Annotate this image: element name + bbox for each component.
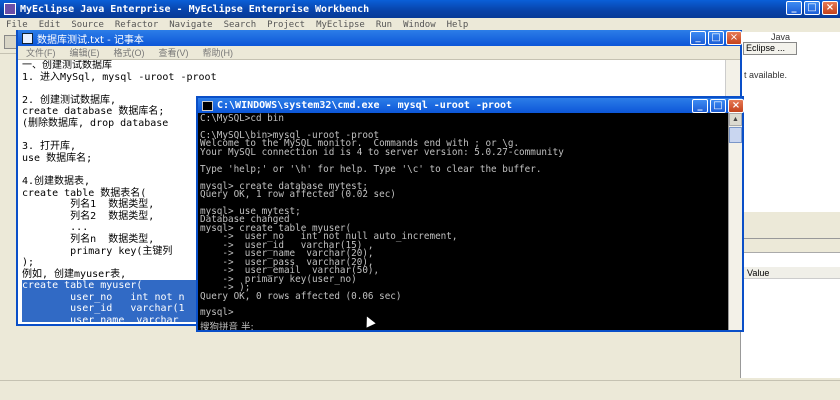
scroll-thumb[interactable] [729,127,742,143]
notepad-icon [22,32,33,44]
cmd-output-line: Query OK, 0 rows affected (0.06 sec) [200,290,402,302]
notepad-minimize-button[interactable]: _ [690,31,706,45]
myeclipse-app-icon [4,3,16,15]
cmd-vertical-scrollbar[interactable]: ▲ [728,113,742,330]
cmd-title-bar[interactable]: C:\WINDOWS\system32\cmd.exe - mysql -uro… [198,98,744,113]
scroll-up-arrow-icon[interactable]: ▲ [729,113,742,126]
cmd-output[interactable]: C:\MySQL>cd bin C:\MySQL\bin>mysql -uroo… [200,113,726,319]
cmd-output-line: Your MySQL connection id is 4 to server … [200,146,564,158]
cmd-window: C:\WINDOWS\system32\cmd.exe - mysql -uro… [196,96,744,332]
notepad-menu-file[interactable]: 文件(F) [26,46,56,59]
notepad-menu-view[interactable]: 查看(V) [159,46,189,59]
eclipse-minimize-button[interactable]: _ [786,1,802,15]
cmd-output-line [200,301,726,309]
cmd-output-line: -> primary key(user_no) [200,273,357,285]
cmd-minimize-button[interactable]: _ [692,99,708,113]
cmd-output-line: C:\MySQL>cd bin [200,113,284,124]
cmd-window-title: C:\WINDOWS\system32\cmd.exe - mysql -uro… [217,100,513,111]
menu-edit[interactable]: Edit [39,20,61,30]
notepad-menu-edit[interactable]: 编辑(E) [70,46,100,59]
java-perspective-label[interactable]: Java [771,32,790,42]
notepad-title-bar[interactable]: 数据库测试.txt - 记事本 _ □ × [18,30,742,46]
properties-tab-strip[interactable] [741,239,840,253]
notepad-line[interactable]: 1. 进入MySql, mysql -uroot -proot [22,72,722,84]
perspective-panel: Java Eclipse ... t available. [740,32,840,212]
notepad-window-title: 数据库测试.txt - 记事本 [37,34,144,46]
menu-window[interactable]: Window [403,20,436,30]
cmd-close-button[interactable]: × [728,99,744,113]
properties-panel: Value [740,238,840,378]
open-perspective-button[interactable]: Eclipse ... [743,42,797,55]
cmd-console[interactable]: C:\MySQL>cd bin C:\MySQL\bin>mysql -uroo… [198,113,742,330]
value-column-header[interactable]: Value [741,267,840,279]
cmd-maximize-button[interactable]: □ [710,99,726,113]
cmd-output-line: Type 'help;' or '\h' for help. Type '\c'… [200,163,542,175]
outline-status-text: t available. [744,70,788,80]
eclipse-title-bar: MyEclipse Java Enterprise - MyEclipse En… [0,0,840,18]
ime-status-bar: 搜狗拼音 半: [200,322,254,330]
notepad-maximize-button[interactable]: □ [708,31,724,45]
notepad-line[interactable] [22,83,722,95]
eclipse-close-button[interactable]: × [822,1,838,15]
menu-refactor[interactable]: Refactor [115,20,158,30]
cmd-icon [202,100,213,111]
menu-search[interactable]: Search [224,20,257,30]
notepad-close-button[interactable]: × [726,31,742,45]
menu-help[interactable]: Help [447,20,469,30]
menu-run[interactable]: Run [376,20,392,30]
menu-source[interactable]: Source [71,20,104,30]
notepad-line[interactable]: 一、创建测试数据库 [22,60,722,72]
eclipse-status-bar [0,380,840,400]
eclipse-maximize-button[interactable]: □ [804,1,820,15]
menu-navigate[interactable]: Navigate [169,20,212,30]
menu-file[interactable]: File [6,20,28,30]
notepad-menu-help[interactable]: 帮助(H) [203,46,234,59]
eclipse-window-title: MyEclipse Java Enterprise - MyEclipse En… [20,3,370,15]
notepad-menu-bar: 文件(F) 编辑(E) 格式(O) 查看(V) 帮助(H) [18,46,740,60]
menu-myeclipse[interactable]: MyEclipse [316,20,365,30]
cmd-output-line: mysql> [200,307,234,319]
cmd-output-line: Query OK, 1 row affected (0.02 sec) [200,189,396,201]
notepad-menu-format[interactable]: 格式(O) [114,46,145,59]
menu-project[interactable]: Project [267,20,305,30]
